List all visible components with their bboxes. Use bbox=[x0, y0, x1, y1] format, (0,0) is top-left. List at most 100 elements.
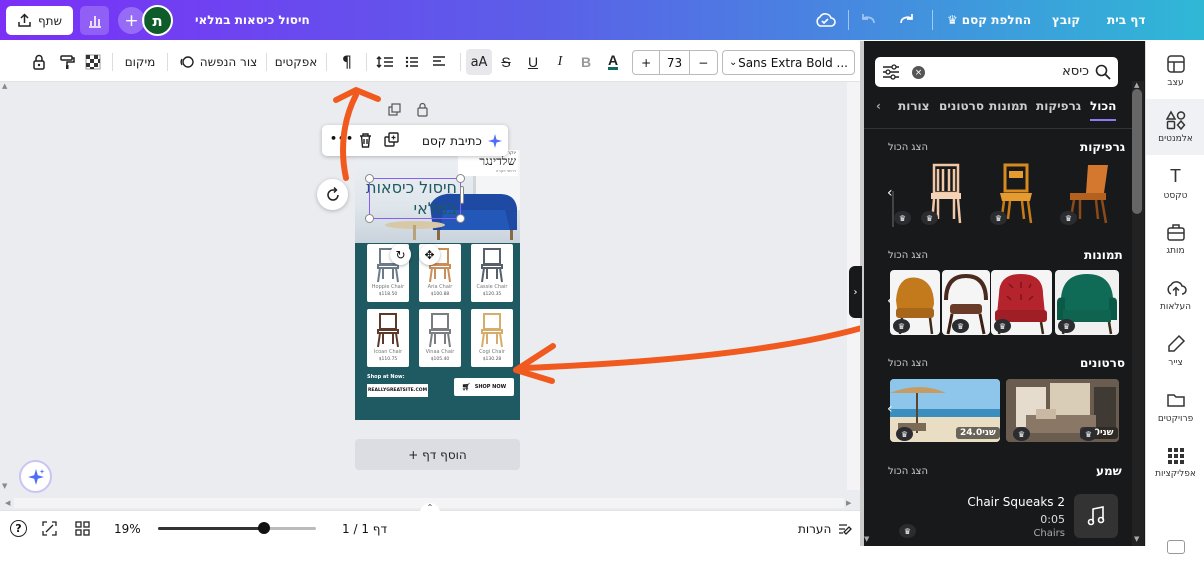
font-size-increase-button[interactable]: + bbox=[633, 51, 661, 74]
resize-handle[interactable] bbox=[365, 174, 374, 183]
audio-thumbnail[interactable] bbox=[1074, 494, 1118, 538]
resize-handle[interactable] bbox=[456, 214, 465, 223]
underline-button[interactable]: U bbox=[521, 41, 545, 82]
text-direction-button[interactable]: ¶ bbox=[336, 41, 358, 82]
clear-search-icon[interactable]: × bbox=[912, 66, 925, 79]
rail-item-brand[interactable]: מותג bbox=[1146, 211, 1204, 267]
animate-button[interactable]: צור הנפשה bbox=[176, 41, 260, 82]
crown-icon: ♛ bbox=[947, 13, 958, 27]
invite-plus-button[interactable]: + bbox=[118, 7, 145, 34]
audio-see-all-link[interactable]: הצג הכול bbox=[888, 466, 928, 477]
chevron-left-icon[interactable]: ‹ bbox=[887, 401, 893, 417]
rail-item-text[interactable]: T טקסט bbox=[1146, 155, 1204, 211]
rail-item-design[interactable]: עצב bbox=[1146, 43, 1204, 99]
photos-see-all-link[interactable]: הצג הכול bbox=[888, 250, 928, 261]
graphics-see-all-link[interactable]: הצג הכול bbox=[888, 142, 928, 153]
text-color-button[interactable]: A bbox=[600, 41, 626, 82]
insights-button[interactable] bbox=[80, 6, 109, 35]
rail-item-apps[interactable]: אפליקציות bbox=[1146, 435, 1204, 491]
duplicate-page-icon[interactable] bbox=[388, 103, 402, 120]
zoom-slider[interactable] bbox=[158, 522, 316, 534]
filter-icon[interactable] bbox=[882, 64, 900, 80]
scroll-down-arrow[interactable]: ▼ bbox=[1134, 535, 1139, 543]
lock-page-icon[interactable] bbox=[416, 102, 429, 120]
page-indicator[interactable]: דף 1 / 1 bbox=[342, 511, 387, 547]
videos-see-all-link[interactable]: הצג הכול bbox=[888, 358, 928, 369]
magic-assistant-button[interactable] bbox=[19, 460, 52, 493]
search-input[interactable]: כיסא bbox=[1025, 57, 1089, 87]
home-menu[interactable]: דף בית bbox=[1107, 0, 1145, 40]
tab-photos[interactable]: תמונות bbox=[989, 99, 1028, 121]
letter-case-button[interactable]: aA bbox=[466, 49, 492, 75]
magic-write-button[interactable]: כתיבת קסם bbox=[422, 125, 503, 156]
scroll-up-arrow[interactable]: ▲ bbox=[2, 82, 10, 90]
font-family-dropdown[interactable]: ⌄ Sans Extra Bold ... bbox=[722, 50, 855, 75]
chevron-left-icon[interactable]: ‹ bbox=[876, 99, 881, 121]
help-icon[interactable]: ? bbox=[10, 520, 27, 537]
font-size-stepper[interactable]: + 73 − bbox=[632, 50, 718, 75]
add-page-button[interactable]: + הוסף דף bbox=[355, 439, 520, 470]
scroll-right-arrow[interactable]: ▶ bbox=[846, 499, 851, 507]
grid-view-icon[interactable] bbox=[75, 521, 90, 539]
resize-handle[interactable] bbox=[460, 186, 464, 204]
rotate-handle[interactable]: ↻ bbox=[390, 244, 411, 265]
resize-handle[interactable] bbox=[365, 214, 374, 223]
avatar[interactable]: ת bbox=[142, 5, 173, 36]
chevron-left-icon[interactable]: ‹ bbox=[887, 293, 893, 309]
cloud-saved-icon[interactable] bbox=[813, 9, 837, 34]
fullscreen-icon[interactable] bbox=[42, 521, 57, 539]
more-icon bbox=[1166, 540, 1185, 554]
italic-button[interactable]: I bbox=[548, 41, 572, 82]
rail-item-draw[interactable]: צייר bbox=[1146, 323, 1204, 379]
document-title[interactable]: חיסול כיסאות במלאי bbox=[195, 0, 310, 40]
transparency-button[interactable] bbox=[82, 41, 104, 82]
tab-videos[interactable]: סרטונים bbox=[939, 99, 984, 121]
regenerate-button[interactable] bbox=[317, 179, 348, 210]
copy-style-button[interactable] bbox=[56, 41, 78, 82]
scroll-up-arrow[interactable]: ▲ bbox=[1134, 81, 1139, 89]
trash-icon[interactable] bbox=[358, 132, 373, 151]
rail-item-projects[interactable]: פרויקטים bbox=[1146, 379, 1204, 435]
file-menu[interactable]: קובץ bbox=[1052, 0, 1080, 40]
duplicate-icon[interactable] bbox=[384, 132, 400, 151]
chevron-left-icon[interactable]: ‹ bbox=[887, 185, 893, 201]
redo-icon[interactable] bbox=[895, 9, 917, 34]
list-button[interactable] bbox=[401, 41, 423, 82]
draw-icon bbox=[1167, 334, 1185, 352]
rail-item-more[interactable] bbox=[1146, 519, 1204, 575]
tab-shapes[interactable]: צורות bbox=[898, 99, 930, 121]
tab-all[interactable]: הכול bbox=[1090, 99, 1117, 121]
panel-scrollbar-thumb[interactable] bbox=[1132, 89, 1142, 214]
resize-handle[interactable] bbox=[456, 174, 465, 183]
more-options-icon[interactable]: ••• bbox=[330, 132, 354, 145]
spacing-button[interactable] bbox=[374, 41, 396, 82]
font-size-input[interactable]: 73 bbox=[660, 51, 690, 74]
notes-button[interactable]: הערות bbox=[798, 511, 853, 547]
share-button[interactable]: שתף bbox=[6, 6, 73, 35]
zoom-level[interactable]: 19% bbox=[114, 511, 141, 547]
collapse-panel-button[interactable]: › bbox=[849, 266, 862, 318]
move-handle[interactable]: ✥ bbox=[419, 244, 440, 265]
chair-image bbox=[377, 313, 399, 348]
bold-button[interactable]: B bbox=[574, 41, 598, 82]
position-button[interactable]: מיקום bbox=[120, 41, 160, 82]
font-size-decrease-button[interactable]: − bbox=[690, 51, 717, 74]
align-button[interactable] bbox=[428, 41, 450, 82]
crown-icon: ♛ bbox=[1060, 211, 1077, 225]
scroll-down-arrow[interactable]: ▼ bbox=[2, 482, 7, 490]
search-bar[interactable]: כיסא × bbox=[875, 57, 1118, 87]
effects-button[interactable]: אפקטים bbox=[274, 41, 318, 82]
audio-title[interactable]: Chair Squeaks 2 bbox=[954, 495, 1065, 509]
strikethrough-button[interactable]: S bbox=[494, 41, 518, 82]
rail-item-uploads[interactable]: העלאות bbox=[1146, 267, 1204, 323]
scroll-left-arrow[interactable]: ◀ bbox=[5, 499, 10, 507]
undo-icon[interactable] bbox=[858, 9, 880, 34]
rail-item-elements[interactable]: אלמנטים bbox=[1146, 99, 1204, 155]
resize-menu[interactable]: ♛ החלפת קסם bbox=[947, 0, 1031, 40]
zoom-slider-thumb[interactable] bbox=[258, 522, 270, 534]
scroll-down-arrow[interactable]: ▼ bbox=[864, 535, 869, 543]
tab-graphics[interactable]: גרפיקות bbox=[1036, 99, 1081, 121]
selection-box[interactable] bbox=[369, 178, 461, 219]
rotate-icon: ↻ bbox=[395, 247, 406, 262]
lock-button[interactable] bbox=[28, 41, 50, 82]
